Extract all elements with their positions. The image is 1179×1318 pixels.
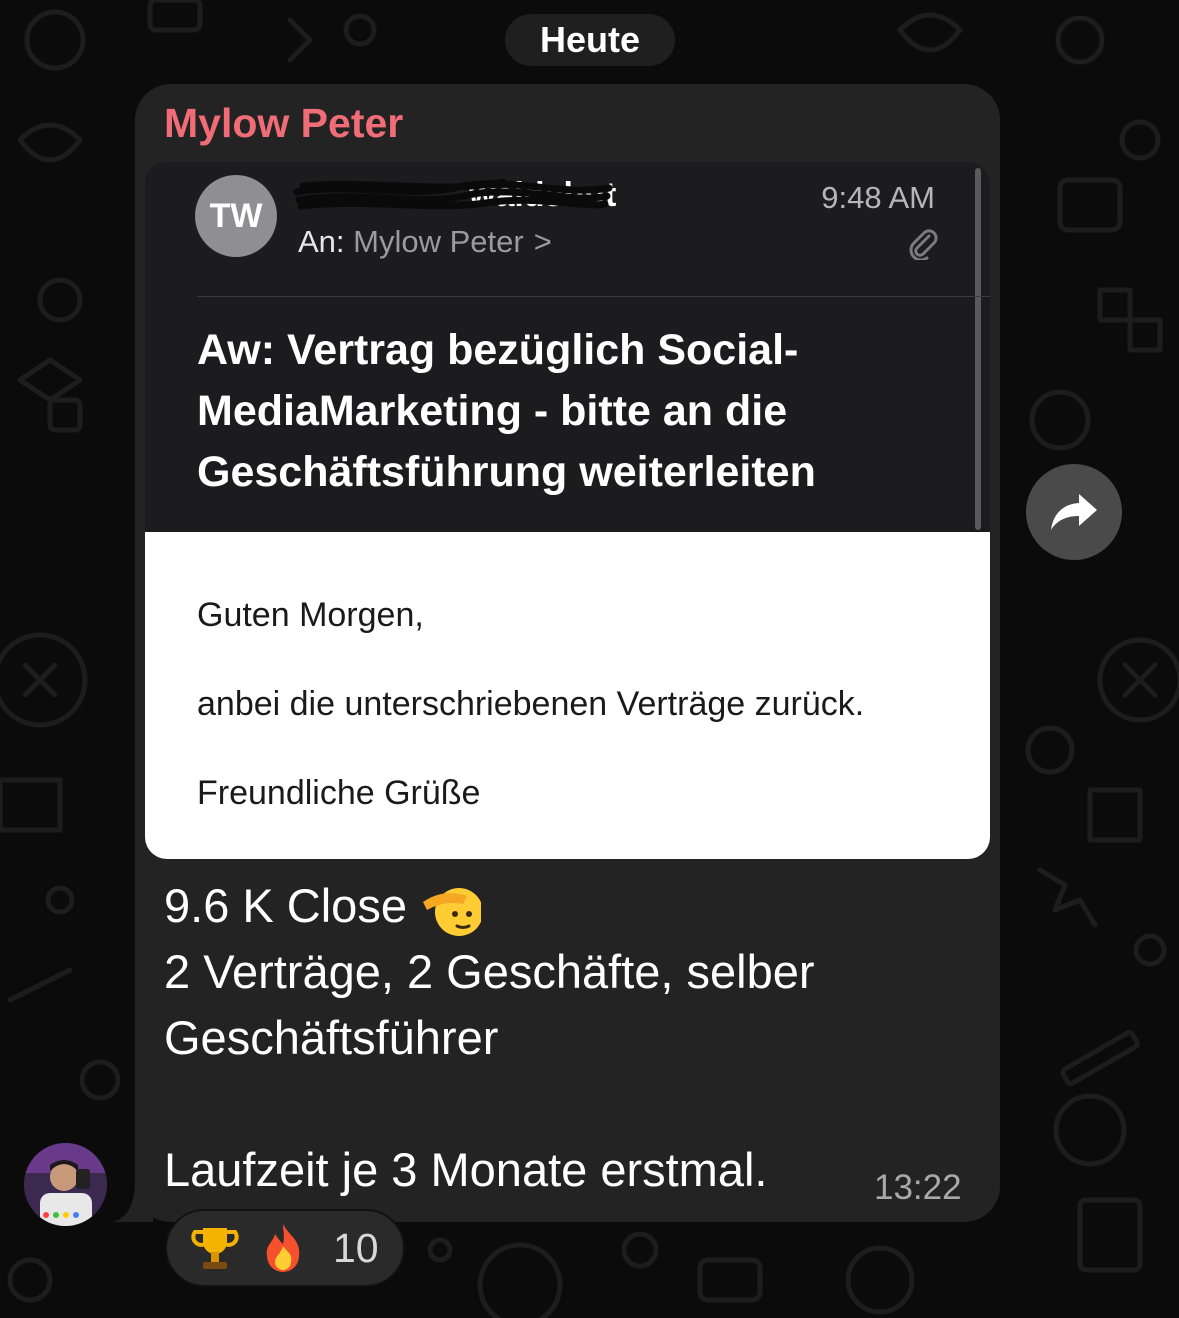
- email-screenshot[interactable]: TW waldshut 9:48 AM An: Mylow Peter > Aw:…: [145, 162, 990, 859]
- redaction-scribble: [293, 178, 613, 210]
- forward-button[interactable]: [1026, 464, 1122, 560]
- email-subject: Aw: Vertrag bezüglich Social-MediaMarket…: [197, 326, 816, 496]
- date-separator: Heute: [505, 14, 675, 66]
- email-body: Guten Morgen, anbei die unterschriebenen…: [145, 532, 990, 859]
- body-greeting: Guten Morgen,: [197, 596, 424, 634]
- message-timestamp: 13:22: [874, 1168, 962, 1207]
- avatar-photo: [24, 1143, 107, 1226]
- sender-avatar: TW: [195, 175, 277, 257]
- saluting-face-emoji: [422, 887, 481, 936]
- avatar[interactable]: [24, 1143, 107, 1226]
- reactions-bar[interactable]: 10: [165, 1209, 405, 1287]
- sender-name[interactable]: Mylow Peter: [164, 100, 403, 147]
- to-name: Mylow Peter: [353, 224, 524, 259]
- to-label: An:: [298, 224, 345, 259]
- chevron-right-icon: >: [533, 224, 552, 259]
- reaction-count: 10: [333, 1224, 379, 1271]
- email-time: 9:48 AM: [821, 180, 935, 215]
- body-closing: Freundliche Grüße: [197, 774, 481, 812]
- message-line: Geschäftsführer: [164, 1011, 499, 1064]
- email-header: TW waldshut 9:48 AM An: Mylow Peter > Aw:…: [145, 162, 990, 532]
- body-text: anbei die unterschriebenen Verträge zurü…: [197, 685, 865, 723]
- forward-arrow-icon: [1051, 494, 1097, 530]
- message-line: Laufzeit je 3 Monate erstmal.: [164, 1143, 768, 1196]
- fire-icon[interactable]: [257, 1222, 309, 1274]
- paperclip-icon: [909, 229, 938, 260]
- trophy-icon[interactable]: [189, 1222, 241, 1274]
- email-recipient: An: Mylow Peter >: [298, 224, 552, 260]
- message-line: 2 Verträge, 2 Geschäfte, selber: [164, 945, 815, 998]
- scroll-indicator: [975, 168, 981, 530]
- header-divider: [197, 296, 990, 297]
- message-line: 9.6 K Close: [164, 878, 481, 938]
- message-line-text: 9.6 K Close: [164, 879, 407, 932]
